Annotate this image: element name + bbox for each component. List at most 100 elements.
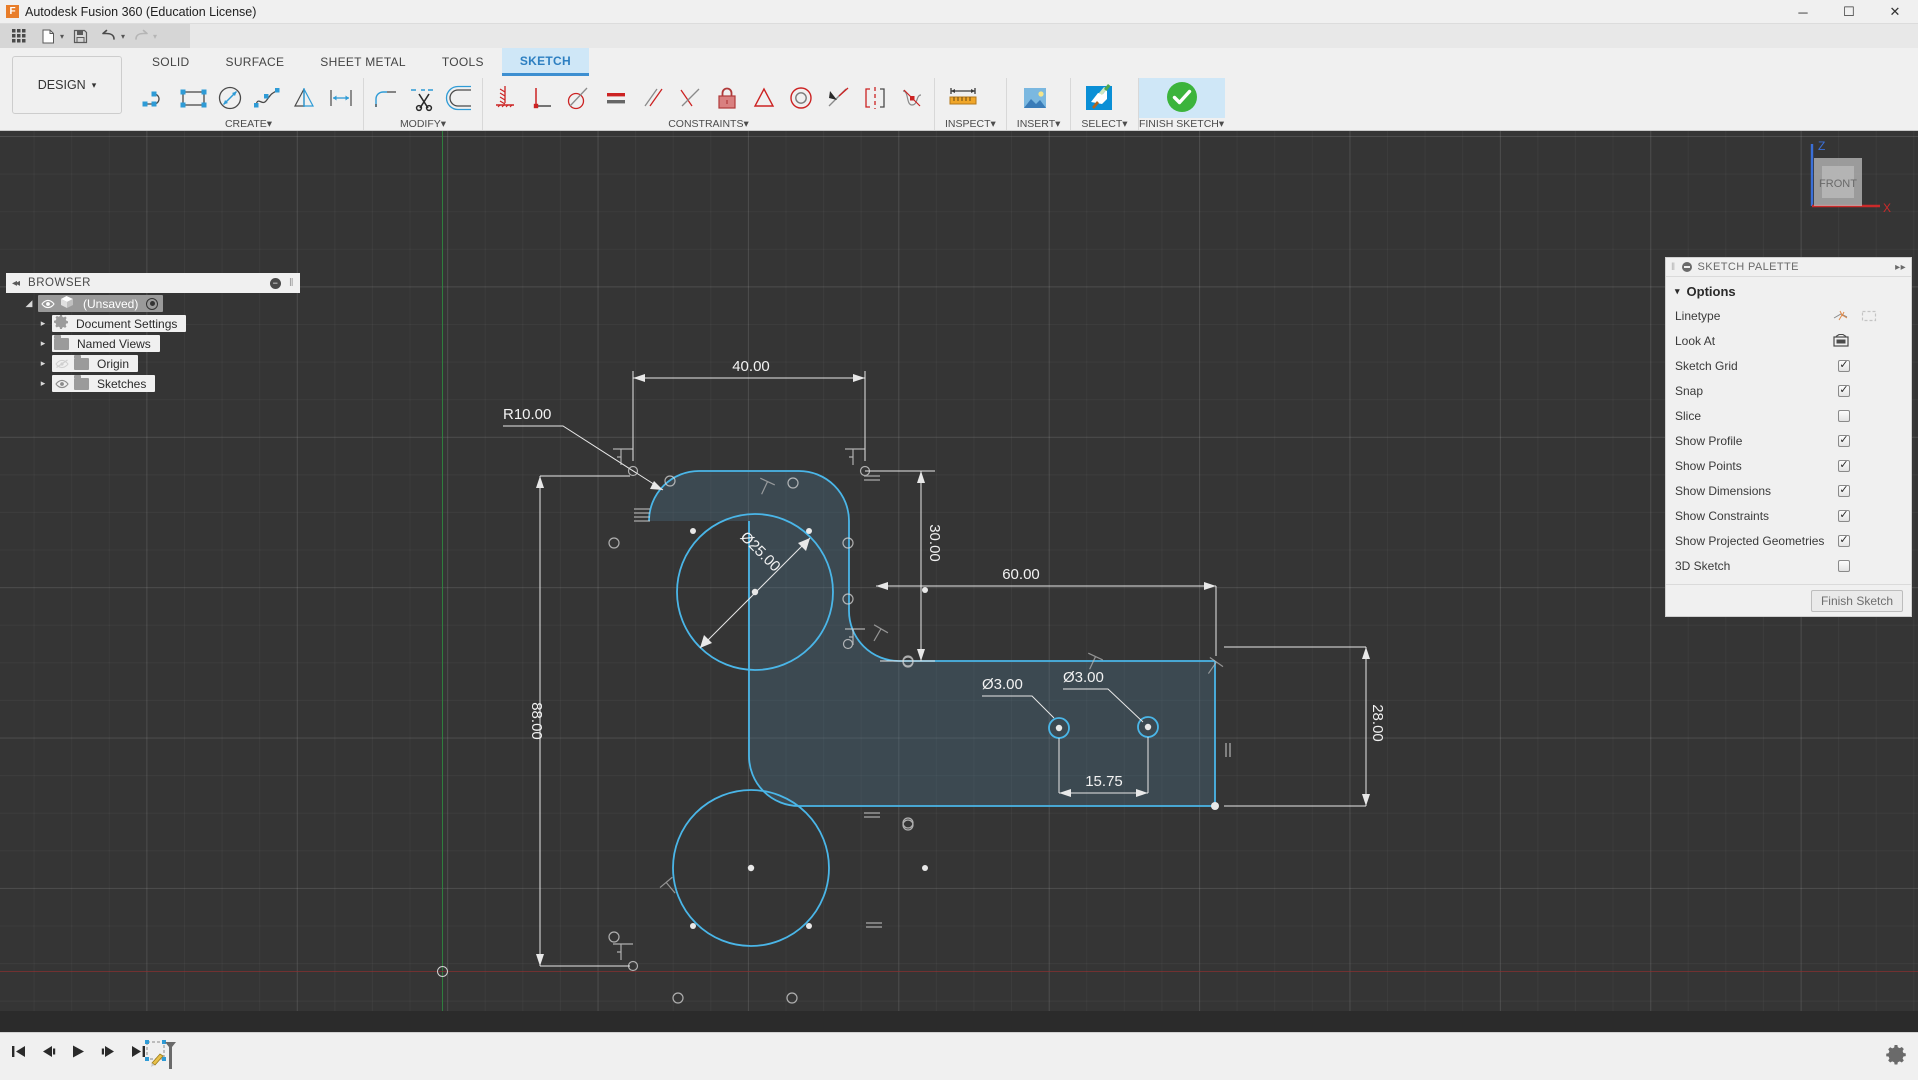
step-forward-button[interactable] [98,1041,118,1061]
dimension-15-75-text: 15.75 [1085,773,1123,790]
play-button[interactable] [68,1041,88,1061]
palette-row-3d-sketch[interactable]: 3D Sketch [1666,553,1911,578]
show-points-checkbox[interactable]: ✓ [1838,459,1850,472]
collinear-constraint[interactable] [672,78,708,118]
show-constraints-checkbox[interactable]: ✓ [1838,509,1850,522]
undo-caret[interactable]: ▾ [121,32,125,41]
slice-checkbox[interactable] [1838,409,1850,422]
tab-sheet-metal[interactable]: SHEET METAL [302,48,424,76]
save-icon[interactable] [67,25,93,47]
fillet-tool[interactable] [368,78,404,118]
browser-item-origin[interactable]: ▸ Origin [6,354,300,373]
browser-title: BROWSER [28,277,91,289]
browser-grip-icon[interactable]: ‖ [289,277,294,289]
rectangle-tool[interactable] [175,78,211,118]
palette-row-slice[interactable]: Slice [1666,403,1911,428]
palette-row-show-profile[interactable]: Show Profile ✓ [1666,428,1911,453]
palette-row-sketch-grid[interactable]: Sketch Grid ✓ [1666,353,1911,378]
undo-icon[interactable] [96,25,122,47]
parallel-constraint[interactable] [635,78,671,118]
select-tool[interactable] [1081,78,1117,118]
visibility-eye-icon[interactable] [40,299,56,309]
new-document-icon[interactable] [35,25,61,47]
close-window-button[interactable]: ✕ [1872,0,1918,24]
show-projected-geometries-checkbox[interactable]: ✓ [1838,534,1850,547]
tab-surface[interactable]: SURFACE [208,48,303,76]
palette-grip-icon[interactable]: ‖ [1671,262,1676,273]
tab-solid[interactable]: SOLID [134,48,208,76]
visibility-eye-icon[interactable] [54,379,70,389]
construction-linetype-icon[interactable] [1832,309,1850,323]
measure-tool[interactable] [945,78,981,118]
go-to-beginning-button[interactable] [8,1041,28,1061]
palette-row-show-constraints[interactable]: Show Constraints ✓ [1666,503,1911,528]
browser-item-named-views[interactable]: ▸ Named Views [6,334,300,353]
show-dimensions-checkbox[interactable]: ✓ [1838,484,1850,497]
mirror-tool[interactable] [286,78,322,118]
minimize-button[interactable]: ─ [1780,0,1826,24]
palette-options-section[interactable]: ▾ Options [1666,277,1911,303]
insert-image-tool[interactable] [1017,78,1053,118]
palette-expand-icon[interactable]: ▸▸ [1895,262,1906,273]
sketch-canvas[interactable]: -50 -25 [0,131,1918,1011]
collapse-browser-icon[interactable]: ◂◂ [12,278,20,289]
palette-row-show-points[interactable]: Show Points ✓ [1666,453,1911,478]
palette-row-show-dimensions[interactable]: Show Dimensions ✓ [1666,478,1911,503]
palette-row-show-projected-geometries[interactable]: Show Projected Geometries ✓ [1666,528,1911,553]
tab-sketch[interactable]: SKETCH [501,48,589,76]
view-cube[interactable]: Z X FRONT [1792,136,1902,236]
expand-arrow-icon[interactable]: ▸ [34,358,52,369]
midpoint-constraint[interactable] [746,78,782,118]
step-back-button[interactable] [38,1041,58,1061]
offset-tool[interactable] [442,78,478,118]
coincident-constraint[interactable] [820,78,856,118]
snap-label: Snap [1675,383,1704,398]
redo-icon[interactable] [128,25,154,47]
workspace-label: DESIGN [37,78,86,92]
maximize-button[interactable]: ☐ [1826,0,1872,24]
spline-tool[interactable] [249,78,285,118]
curvature-constraint[interactable] [894,78,930,118]
browser-item-document-settings[interactable]: ▸ Document Settings [6,314,300,333]
new-document-caret[interactable]: ▾ [60,32,64,41]
circle-tool[interactable] [212,78,248,118]
fix-unfix-constraint[interactable] [709,78,745,118]
tangent-constraint[interactable] [561,78,597,118]
browser-item-unsaved[interactable]: ◢ (Unsaved) [6,294,300,313]
dimension-r10: R10.00 [503,406,664,491]
palette-row-snap[interactable]: Snap ✓ [1666,378,1911,403]
browser-item-sketches[interactable]: ▸ Sketches [6,374,300,393]
sketch-geometry[interactable]: 40.00 R10.00 Ø25.00 30.00 60.00 88.00 28… [0,131,1918,1011]
concentric-constraint[interactable] [783,78,819,118]
redo-caret[interactable]: ▾ [153,32,157,41]
activate-component-radio[interactable] [146,297,159,310]
timeline-settings-gear-icon[interactable] [1886,1045,1908,1067]
sketch-grid-checkbox[interactable]: ✓ [1838,359,1850,372]
show-profile-checkbox[interactable]: ✓ [1838,434,1850,447]
palette-minimize-icon[interactable] [1681,262,1692,272]
expand-arrow-icon[interactable]: ▸ [34,378,52,389]
small-hole-left-center [1055,724,1063,732]
expand-arrow-icon[interactable]: ▸ [34,318,52,329]
browser-settings-icon[interactable]: − [269,277,281,289]
sketch1-timeline-node[interactable] [143,1038,183,1074]
sketch-dimension-tool[interactable] [323,78,359,118]
palette-finish-sketch-button[interactable]: Finish Sketch [1810,589,1903,612]
expand-arrow-icon[interactable]: ◢ [20,298,38,309]
symmetry-constraint[interactable] [857,78,893,118]
centerline-linetype-icon[interactable] [1860,309,1878,323]
expand-arrow-icon[interactable]: ▸ [34,338,52,349]
perpendicular-constraint[interactable] [524,78,560,118]
finish-sketch-button[interactable] [1138,78,1225,118]
equal-constraint[interactable] [598,78,634,118]
trim-tool[interactable] [405,78,441,118]
horizontal-vertical-constraint[interactable] [487,78,523,118]
visibility-eye-off-icon[interactable] [54,359,70,369]
app-grid-icon[interactable] [6,25,32,47]
look-at-icon[interactable] [1832,333,1850,348]
three-d-sketch-checkbox[interactable] [1838,559,1850,572]
tab-tools[interactable]: TOOLS [424,48,502,76]
snap-checkbox[interactable]: ✓ [1838,384,1850,397]
workspace-switcher[interactable]: DESIGN ▾ [12,56,122,114]
line-tool[interactable] [138,78,174,118]
